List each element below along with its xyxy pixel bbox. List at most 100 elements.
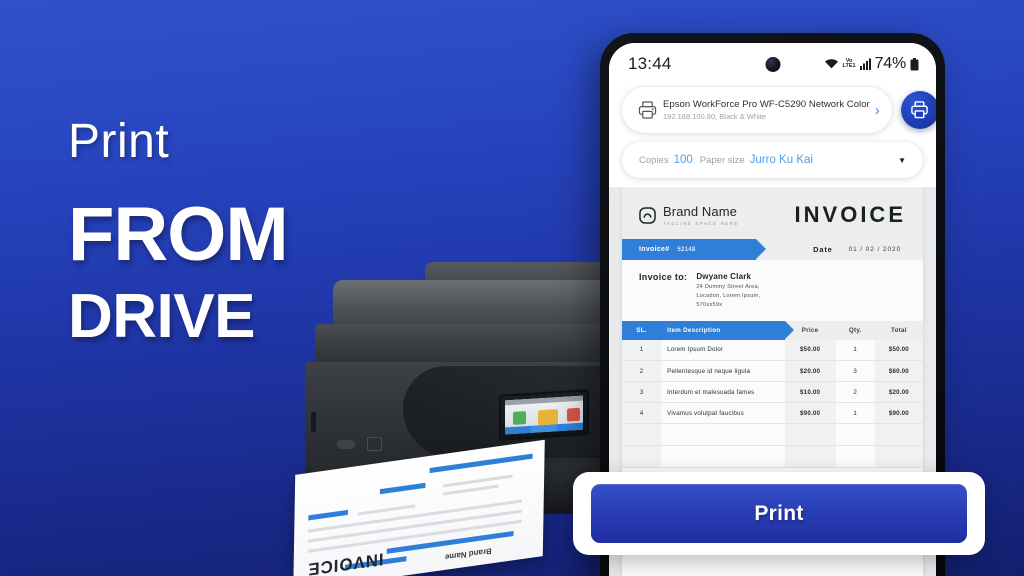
invoice-date-label: Date [813, 245, 833, 254]
table-row-empty [622, 423, 923, 447]
print-button-label: Print [754, 501, 804, 525]
table-cell-qty: 2 [835, 381, 875, 404]
bill-to-address-line-2: Location, Lorem Ipsum, [696, 293, 761, 300]
printer-icon [634, 101, 660, 119]
battery-icon [910, 57, 919, 70]
invoice-table-head: SL. Item Description Price Qty. Total [622, 320, 923, 340]
table-cell-total: $20.00 [874, 381, 923, 404]
status-bar-time: 13:44 [628, 54, 672, 73]
printer-details: 192.168.100.80, Black & White [663, 112, 766, 121]
paper-size-label: Paper size [699, 154, 745, 166]
table-cell-empty [835, 445, 875, 469]
printer-select-card[interactable]: Epson WorkForce Pro WF-C5290 Network Col… [622, 87, 892, 133]
column-header-qty: Qty. [835, 320, 875, 340]
table-cell-price: $10.00 [784, 381, 836, 404]
headline-line-1: Print [68, 115, 170, 168]
printer-screen-icon-scan [538, 409, 558, 426]
table-cell-empty [835, 423, 875, 447]
table-row: 1 Lorem Ipsum Dolor $50.00 1 $50.00 [622, 339, 923, 362]
print-button[interactable]: Print [591, 484, 967, 543]
table-cell-price: $20.00 [784, 360, 836, 383]
table-cell-sl: 1 [622, 339, 662, 362]
table-cell-empty [784, 423, 836, 447]
invoice-date-group: Date 01 / 02 / 2020 [813, 245, 923, 254]
volte-icon: Vo LTE1 [842, 57, 856, 69]
table-cell-qty: 1 [835, 402, 875, 425]
invoice-title: INVOICE [794, 202, 906, 227]
bill-to-label: Invoice to: [639, 272, 688, 282]
table-cell-sl: 2 [622, 360, 662, 383]
brand-tagline: TAGLINE SPACE HERE [663, 220, 740, 226]
table-cell-total: $60.00 [874, 360, 923, 383]
invoice-number-label: Invoice# [639, 246, 670, 253]
front-camera-icon [765, 57, 780, 72]
table-row: 2 Pellentesque id neque ligula $20.00 3 $60.… [622, 360, 923, 383]
table-cell-desc: Interdum et malesuada fames [661, 381, 785, 404]
invoice-number-row: Invoice# 52148 Date 01 / 02 / 2020 [622, 239, 923, 260]
invoice-bill-to: Invoice to: Dwyane Clark 24 Dummy Street… [622, 260, 923, 321]
paper-size-value[interactable]: Jurro Ku Kai [750, 154, 813, 166]
battery-percent-label: 74% [874, 55, 907, 72]
table-cell-desc: Pellentesque id neque ligula [661, 360, 785, 383]
table-cell-empty [622, 423, 662, 447]
wifi-icon [824, 59, 838, 69]
printer-usb-slot [311, 412, 316, 432]
table-cell-qty: 1 [835, 339, 875, 362]
invoice-number-ribbon: Invoice# 52148 [622, 239, 766, 260]
printer-card-slot [367, 437, 382, 451]
bill-to-details: Dwyane Clark 24 Dummy Street Area, Locat… [696, 272, 760, 311]
column-header-sl: SL. [622, 320, 662, 340]
printed-sheet-brand: Brand Name [444, 546, 492, 562]
signal-icon [859, 58, 871, 70]
table-cell-desc: Lorem Ipsum Dolor [661, 339, 785, 362]
table-row-empty [622, 445, 923, 469]
copies-value[interactable]: 100 [674, 154, 693, 166]
column-header-total: Total [874, 320, 923, 340]
table-cell-sl: 3 [622, 381, 662, 404]
printer-selection-row: Epson WorkForce Pro WF-C5290 Network Col… [609, 87, 936, 133]
chevron-right-icon[interactable]: › [870, 102, 880, 119]
table-cell-empty [874, 445, 923, 469]
printed-sheet-title: INVOICE [307, 549, 384, 576]
printer-card-text: Epson WorkForce Pro WF-C5290 Network Col… [660, 99, 870, 121]
printer-control-screen [499, 389, 589, 441]
table-cell-price: $50.00 [784, 339, 836, 362]
print-fab-button[interactable] [900, 91, 936, 129]
table-cell-empty [622, 445, 662, 469]
invoice-header: Brand Name TAGLINE SPACE HERE INVOICE [622, 187, 923, 239]
printer-power-button [337, 440, 355, 449]
table-cell-empty [874, 423, 923, 447]
table-cell-total: $90.00 [874, 402, 923, 425]
chevron-down-icon[interactable]: ▼ [898, 156, 906, 165]
brand-name: Brand Name [663, 204, 737, 220]
table-cell-desc: Vivamus volutpat faucibus [661, 402, 785, 425]
printer-screen-icon-copy [513, 411, 526, 425]
print-settings-row[interactable]: Copies 100 Paper size Jurro Ku Kai ▼ [622, 142, 923, 178]
table-cell-total: $50.00 [874, 339, 923, 362]
copies-label: Copies [639, 154, 669, 166]
table-row: 4 Vivamus volutpat faucibus $90.00 1 $90.00 [622, 402, 923, 425]
invoice-date-value: 01 / 02 / 2020 [848, 246, 901, 253]
invoice-table-header-row: SL. Item Description Price Qty. Total [622, 320, 923, 340]
invoice-table-body: 1 Lorem Ipsum Dolor $50.00 1 $50.00 2 Pellente… [622, 339, 923, 469]
printer-name: Epson WorkForce Pro WF-C5290 Network Col… [663, 99, 870, 110]
table-cell-empty [784, 445, 836, 469]
brand-logo-icon [639, 206, 656, 224]
printer-icon [911, 101, 929, 119]
table-cell-empty [661, 423, 785, 447]
table-row: 3 Interdum et malesuada fames $10.00 2 $20.0… [622, 381, 923, 404]
brand-block: Brand Name TAGLINE SPACE HERE [639, 204, 739, 226]
printer-screen-icon-fax [567, 407, 580, 422]
brand-text: Brand Name TAGLINE SPACE HERE [663, 204, 739, 226]
invoice-items-table: SL. Item Description Price Qty. Total 1L… [622, 320, 923, 469]
bill-to-address: 24 Dummy Street Area, Location, Lorem Ip… [696, 283, 760, 311]
table-cell-qty: 3 [835, 360, 875, 383]
table-cell-price: $90.00 [784, 402, 836, 425]
bill-to-address-line-3: 570xx59x [696, 302, 723, 309]
bill-to-address-line-1: 24 Dummy Street Area, [696, 284, 760, 290]
bill-to-name: Dwyane Clark [696, 272, 752, 281]
printer-screen-content [505, 395, 583, 435]
table-cell-sl: 4 [622, 402, 662, 425]
table-cell-empty [661, 445, 785, 469]
status-bar-indicators: Vo LTE1 74% [824, 55, 919, 73]
